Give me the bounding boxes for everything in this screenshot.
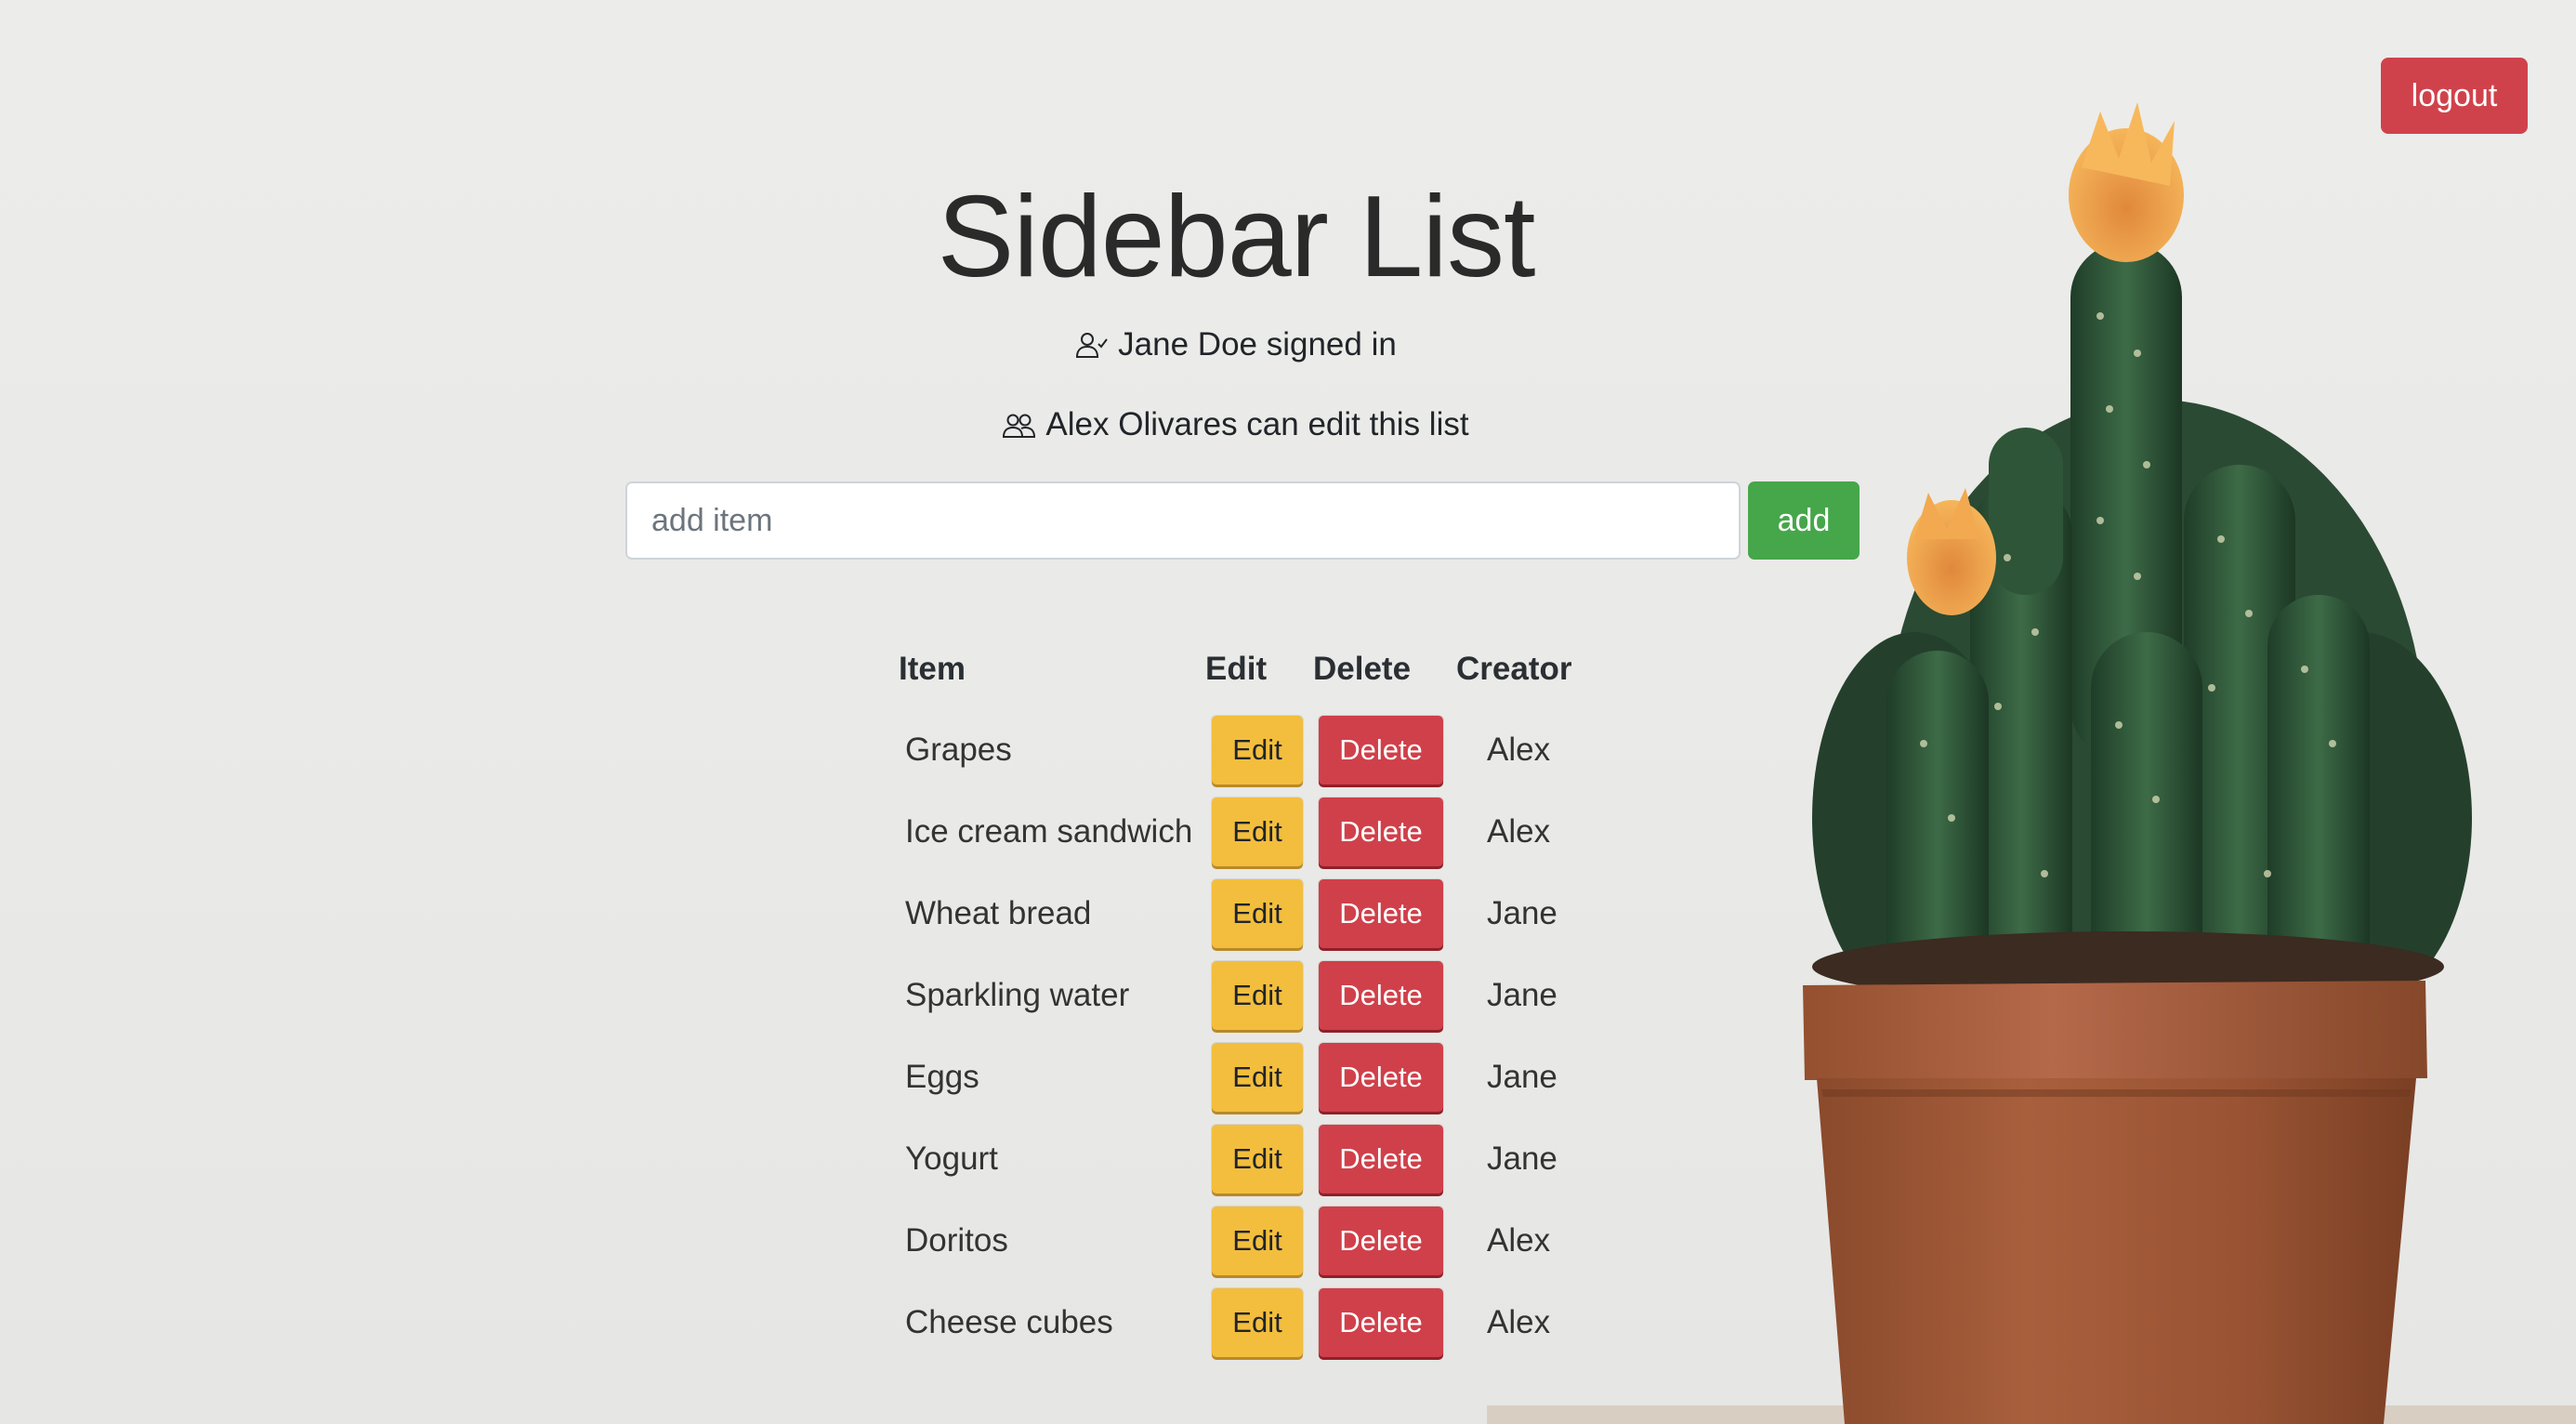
column-header-delete: Delete xyxy=(1313,651,1412,687)
delete-button[interactable]: Delete xyxy=(1319,1288,1443,1357)
column-header-edit: Edit xyxy=(1205,651,1268,687)
delete-button[interactable]: Delete xyxy=(1319,961,1443,1030)
edit-button[interactable]: Edit xyxy=(1212,879,1303,948)
edit-button[interactable]: Edit xyxy=(1212,1288,1303,1357)
column-header-item: Item xyxy=(899,651,966,687)
flower-top xyxy=(2069,102,2184,262)
item-name: Wheat bread xyxy=(905,895,1092,931)
editors-text: Alex Olivares can edit this list xyxy=(1045,406,1469,442)
item-name: Ice cream sandwich xyxy=(905,813,1193,850)
item-name: Cheese cubes xyxy=(905,1304,1113,1340)
item-name: Sparkling water xyxy=(905,977,1130,1013)
edit-button[interactable]: Edit xyxy=(1212,1206,1303,1275)
user-check-icon xyxy=(1075,330,1109,360)
item-name: Grapes xyxy=(905,732,1012,768)
delete-button[interactable]: Delete xyxy=(1319,798,1443,866)
edit-button[interactable]: Edit xyxy=(1212,1125,1303,1193)
cactus-plant-image xyxy=(1487,102,2576,1424)
edit-button[interactable]: Edit xyxy=(1212,798,1303,866)
signed-in-text: Jane Doe signed in xyxy=(1118,326,1397,363)
page-background: logout Sidebar List Jane Doe signed in A… xyxy=(0,0,2576,1424)
delete-button[interactable]: Delete xyxy=(1319,1206,1443,1275)
delete-button[interactable]: Delete xyxy=(1319,716,1443,785)
delete-button[interactable]: Delete xyxy=(1319,879,1443,948)
delete-button[interactable]: Delete xyxy=(1319,1125,1443,1193)
edit-button[interactable]: Edit xyxy=(1212,961,1303,1030)
item-name: Yogurt xyxy=(905,1141,998,1177)
edit-button[interactable]: Edit xyxy=(1212,1043,1303,1112)
delete-button[interactable]: Delete xyxy=(1319,1043,1443,1112)
item-name: Eggs xyxy=(905,1059,979,1095)
people-icon xyxy=(1003,410,1036,440)
item-name: Doritos xyxy=(905,1222,1008,1259)
edit-button[interactable]: Edit xyxy=(1212,716,1303,785)
